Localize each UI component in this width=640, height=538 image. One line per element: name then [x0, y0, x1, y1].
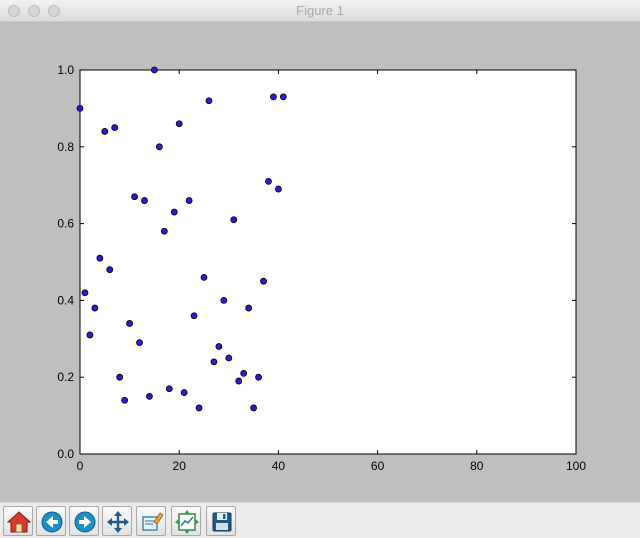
figure-canvas[interactable]: 0 20 40 60 80 100 0.0 0.2 0.4 0.6 0.8 1.0	[0, 22, 640, 502]
y-tick-label: 1.0	[57, 63, 74, 77]
data-point	[235, 377, 243, 385]
data-point	[190, 312, 198, 320]
data-point	[81, 289, 89, 297]
axes-background	[79, 69, 577, 455]
x-tick-label: 20	[173, 459, 187, 473]
zoom-button[interactable]	[136, 506, 166, 536]
data-point	[136, 339, 143, 347]
data-point	[200, 273, 208, 281]
x-tick-label: 60	[371, 459, 385, 473]
data-point	[255, 373, 262, 381]
data-point	[106, 266, 114, 274]
title-bar[interactable]: Figure 1	[0, 0, 640, 22]
data-point	[160, 227, 168, 235]
data-point	[111, 124, 119, 131]
data-point	[116, 373, 124, 381]
data-point	[141, 197, 148, 204]
subplots-button[interactable]	[171, 506, 201, 536]
pan-button[interactable]	[102, 506, 132, 536]
data-point	[250, 404, 258, 412]
data-point	[96, 254, 104, 262]
navigation-toolbar	[0, 502, 640, 538]
data-point	[180, 389, 188, 396]
y-tick-label: 0.8	[57, 140, 74, 154]
zoom-rect-icon	[142, 512, 164, 531]
y-tick-label: 0.2	[57, 370, 74, 384]
data-point	[260, 277, 267, 285]
data-point	[220, 296, 228, 304]
data-point	[215, 343, 223, 350]
data-point	[270, 93, 277, 101]
forward-arrow-icon	[74, 511, 96, 533]
forward-button[interactable]	[69, 506, 99, 536]
scatter-plot: 0 20 40 60 80 100 0.0 0.2 0.4 0.6 0.8 1.0	[57, 63, 586, 473]
data-point	[86, 331, 94, 339]
data-point	[91, 304, 99, 312]
y-tick-label: 0.4	[57, 293, 74, 307]
data-point	[146, 392, 153, 400]
y-tick-label: 0.6	[57, 217, 74, 231]
data-point	[170, 208, 178, 216]
data-point	[240, 369, 248, 377]
x-tick-label: 40	[272, 459, 286, 473]
data-point	[245, 304, 253, 312]
x-tick-label: 100	[566, 459, 586, 473]
data-point	[76, 105, 84, 112]
data-point	[225, 354, 233, 362]
data-point	[195, 404, 203, 412]
data-point	[126, 320, 134, 327]
home-button[interactable]	[3, 506, 33, 536]
save-button[interactable]	[206, 506, 236, 536]
data-point	[274, 185, 282, 193]
data-point	[165, 385, 173, 393]
y-tick-label: 0.0	[57, 447, 74, 461]
back-arrow-icon	[41, 511, 63, 533]
data-point	[205, 97, 213, 105]
data-point	[155, 143, 163, 151]
save-disk-icon	[212, 512, 232, 532]
data-point	[175, 120, 183, 128]
data-point	[265, 177, 272, 185]
home-icon	[7, 511, 31, 533]
move-icon	[107, 511, 129, 533]
data-point	[131, 193, 138, 201]
x-tick-label: 80	[470, 459, 484, 473]
figure-window: Figure 1 0 20 40 60 80 100 0.0 0.2 0.4 0.6 0.8 1.0	[0, 0, 640, 538]
data-point	[121, 396, 129, 404]
data-point	[210, 358, 218, 366]
window-title: Figure 1	[296, 3, 344, 18]
back-button[interactable]	[36, 506, 66, 536]
data-point	[150, 66, 158, 74]
data-point	[185, 197, 193, 204]
configure-subplots-icon	[175, 510, 199, 534]
data-point	[101, 128, 109, 135]
data-point	[230, 216, 238, 224]
x-tick-label: 0	[77, 459, 84, 473]
data-point	[279, 93, 287, 101]
